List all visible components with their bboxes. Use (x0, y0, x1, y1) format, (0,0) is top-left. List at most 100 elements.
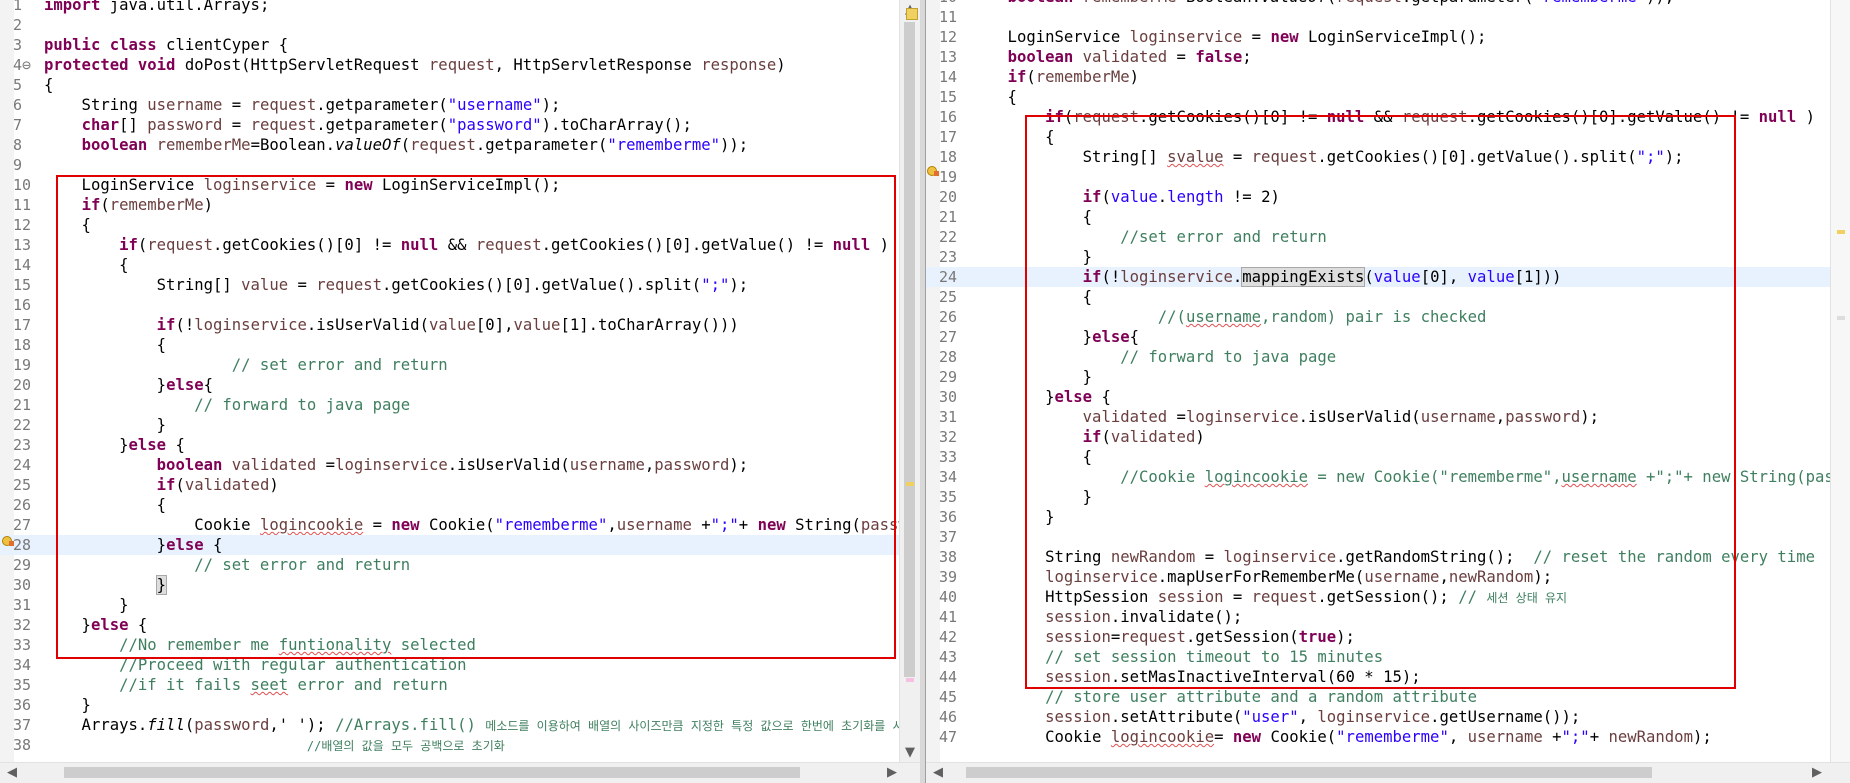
code-line[interactable]: 10 LoginService loginservice = new Login… (0, 175, 900, 195)
code-text[interactable]: //(username,random) pair is checked (970, 307, 1487, 327)
code-line[interactable]: 11 (926, 7, 1831, 27)
code-text[interactable]: String[] svalue = request.getCookies()[0… (970, 147, 1684, 167)
scroll-down-icon[interactable]: ▼ (900, 743, 920, 763)
code-line[interactable]: 4⊖ protected void doPost(HttpServletReque… (0, 55, 900, 75)
code-text[interactable]: } (970, 247, 1092, 267)
code-text[interactable]: session.setMasInactiveInterval(60 * 15); (970, 667, 1421, 687)
code-line[interactable]: 30 } (0, 575, 900, 595)
code-text[interactable]: Cookie logincookie= new Cookie("remember… (970, 727, 1712, 747)
code-line[interactable]: 16 (0, 295, 900, 315)
scroll-left-icon[interactable]: ◀ (928, 763, 948, 783)
left-vscroll-thumb[interactable] (904, 22, 915, 677)
code-text[interactable]: boolean validated =loginservice.isUserVa… (44, 455, 749, 475)
code-line[interactable]: 38 //배열의 값을 모두 공백으로 초기화 (0, 735, 900, 755)
right-code-area[interactable]: 10 boolean rememberMe=Boolean.valueOf(re… (926, 0, 1831, 763)
code-line[interactable]: 47 Cookie logincookie= new Cookie("remem… (926, 727, 1831, 747)
code-line[interactable]: 37 (926, 527, 1831, 547)
code-text[interactable]: { (44, 75, 53, 95)
code-text[interactable]: session=request.getSession(true); (970, 627, 1355, 647)
code-line[interactable]: 36 } (0, 695, 900, 715)
code-line[interactable]: 12 { (0, 215, 900, 235)
code-line[interactable]: 38 String newRandom = loginservice.getRa… (926, 547, 1831, 567)
code-text[interactable]: { (970, 447, 1092, 467)
code-text[interactable]: LoginService loginservice = new LoginSer… (44, 175, 561, 195)
code-line[interactable]: 31 } (0, 595, 900, 615)
code-line[interactable]: 37 Arrays.fill(password,' '); //Arrays.f… (0, 715, 900, 735)
code-text[interactable]: String username = request.getparameter("… (44, 95, 561, 115)
left-vertical-scrollbar[interactable]: ▲ ▼ (899, 0, 920, 763)
code-text[interactable]: //Proceed with regular authentication (44, 655, 466, 675)
code-line[interactable]: 19 // set error and return (0, 355, 900, 375)
code-line[interactable]: 41 session.invalidate(); (926, 607, 1831, 627)
code-line[interactable]: 44 session.setMasInactiveInterval(60 * 1… (926, 667, 1831, 687)
code-text[interactable]: if(rememberMe) (44, 195, 213, 215)
code-text[interactable]: // forward to java page (44, 395, 410, 415)
code-line[interactable]: 18 String[] svalue = request.getCookies(… (926, 147, 1831, 167)
code-line[interactable]: 13 if(request.getCookies()[0] != null &&… (0, 235, 900, 255)
code-line[interactable]: 25 if(validated) (0, 475, 900, 495)
code-text[interactable]: HttpSession session = request.getSession… (970, 587, 1567, 608)
code-text[interactable]: Arrays.fill(password,' '); //Arrays.fill… (44, 715, 900, 736)
code-line[interactable]: 28 // forward to java page (926, 347, 1831, 367)
code-text[interactable]: boolean rememberMe=Boolean.valueOf(reque… (970, 0, 1675, 7)
code-line[interactable]: 35 } (926, 487, 1831, 507)
right-horizontal-scrollbar[interactable]: ◀ ▶ (926, 762, 1850, 783)
code-text[interactable]: if(validated) (44, 475, 279, 495)
code-line[interactable]: 21 // forward to java page (0, 395, 900, 415)
code-text[interactable]: { (970, 287, 1092, 307)
code-line[interactable]: 40 HttpSession session = request.getSess… (926, 587, 1831, 607)
code-text[interactable]: { (970, 127, 1054, 147)
code-text[interactable]: }else { (44, 615, 148, 635)
code-text[interactable]: import java.util.Arrays; (44, 0, 269, 15)
code-text[interactable]: LoginService loginservice = new LoginSer… (970, 27, 1487, 47)
code-line[interactable]: 15 { (926, 87, 1831, 107)
code-line[interactable]: 11 if(rememberMe) (0, 195, 900, 215)
code-text[interactable]: { (970, 207, 1092, 227)
left-hscroll-thumb[interactable] (64, 767, 800, 778)
code-line[interactable]: 23 }else { (0, 435, 900, 455)
code-line[interactable]: 18 { (0, 335, 900, 355)
code-text[interactable]: public class clientCyper { (44, 35, 288, 55)
code-text[interactable]: char[] password = request.getparameter("… (44, 115, 692, 135)
code-text[interactable]: protected void doPost(HttpServletRequest… (44, 55, 786, 75)
code-line[interactable]: 21 { (926, 207, 1831, 227)
code-line[interactable]: 13 boolean validated = false; (926, 47, 1831, 67)
code-text[interactable]: } (44, 595, 128, 615)
code-line[interactable]: 32 if(validated) (926, 427, 1831, 447)
code-line[interactable]: 19 (926, 167, 1831, 187)
code-text[interactable]: //Cookie logincookie = new Cookie("remem… (970, 467, 1831, 487)
code-line[interactable]: 33 //No remember me funtionality selecte… (0, 635, 900, 655)
code-line[interactable]: 7 char[] password = request.getparameter… (0, 115, 900, 135)
code-text[interactable]: // store user attribute and a random att… (970, 687, 1477, 707)
code-line[interactable]: 46 session.setAttribute("user", loginser… (926, 707, 1831, 727)
code-text[interactable]: boolean validated = false; (970, 47, 1252, 67)
code-text[interactable]: } (970, 487, 1092, 507)
code-text[interactable]: { (44, 495, 166, 515)
code-text[interactable]: } (44, 695, 91, 715)
code-text[interactable]: // set error and return (44, 355, 448, 375)
code-line[interactable]: 22 } (0, 415, 900, 435)
code-text[interactable]: boolean rememberMe=Boolean.valueOf(reque… (44, 135, 749, 155)
code-text[interactable]: }else { (970, 387, 1111, 407)
scroll-left-icon[interactable]: ◀ (2, 763, 22, 783)
code-line[interactable]: 30 }else { (926, 387, 1831, 407)
code-line[interactable]: 14 if(rememberMe) (926, 67, 1831, 87)
code-text[interactable]: if(rememberMe) (970, 67, 1139, 87)
code-text[interactable]: } (44, 575, 168, 595)
code-line[interactable]: 5{ (0, 75, 900, 95)
code-line[interactable]: 27 Cookie logincookie = new Cookie("reme… (0, 515, 900, 535)
code-text[interactable]: { (44, 335, 166, 355)
code-line[interactable]: 42 session=request.getSession(true); (926, 627, 1831, 647)
code-line[interactable]: 6 String username = request.getparameter… (0, 95, 900, 115)
code-text[interactable]: session.invalidate(); (970, 607, 1242, 627)
code-text[interactable]: String newRandom = loginservice.getRando… (970, 547, 1815, 567)
code-line[interactable]: 9 (0, 155, 900, 175)
code-text[interactable]: if(!loginservice.mappingExists(value[0],… (970, 267, 1562, 287)
code-line[interactable]: 2 (0, 15, 900, 35)
code-text[interactable]: session.setAttribute("user", loginservic… (970, 707, 1580, 727)
scroll-right-icon[interactable]: ▶ (882, 763, 902, 783)
code-line[interactable]: 3 public class clientCyper { (0, 35, 900, 55)
code-text[interactable]: // forward to java page (970, 347, 1336, 367)
code-text[interactable]: if(validated) (970, 427, 1205, 447)
left-code-area[interactable]: 1 import java.util.Arrays; 2 3 public class … (0, 0, 900, 763)
